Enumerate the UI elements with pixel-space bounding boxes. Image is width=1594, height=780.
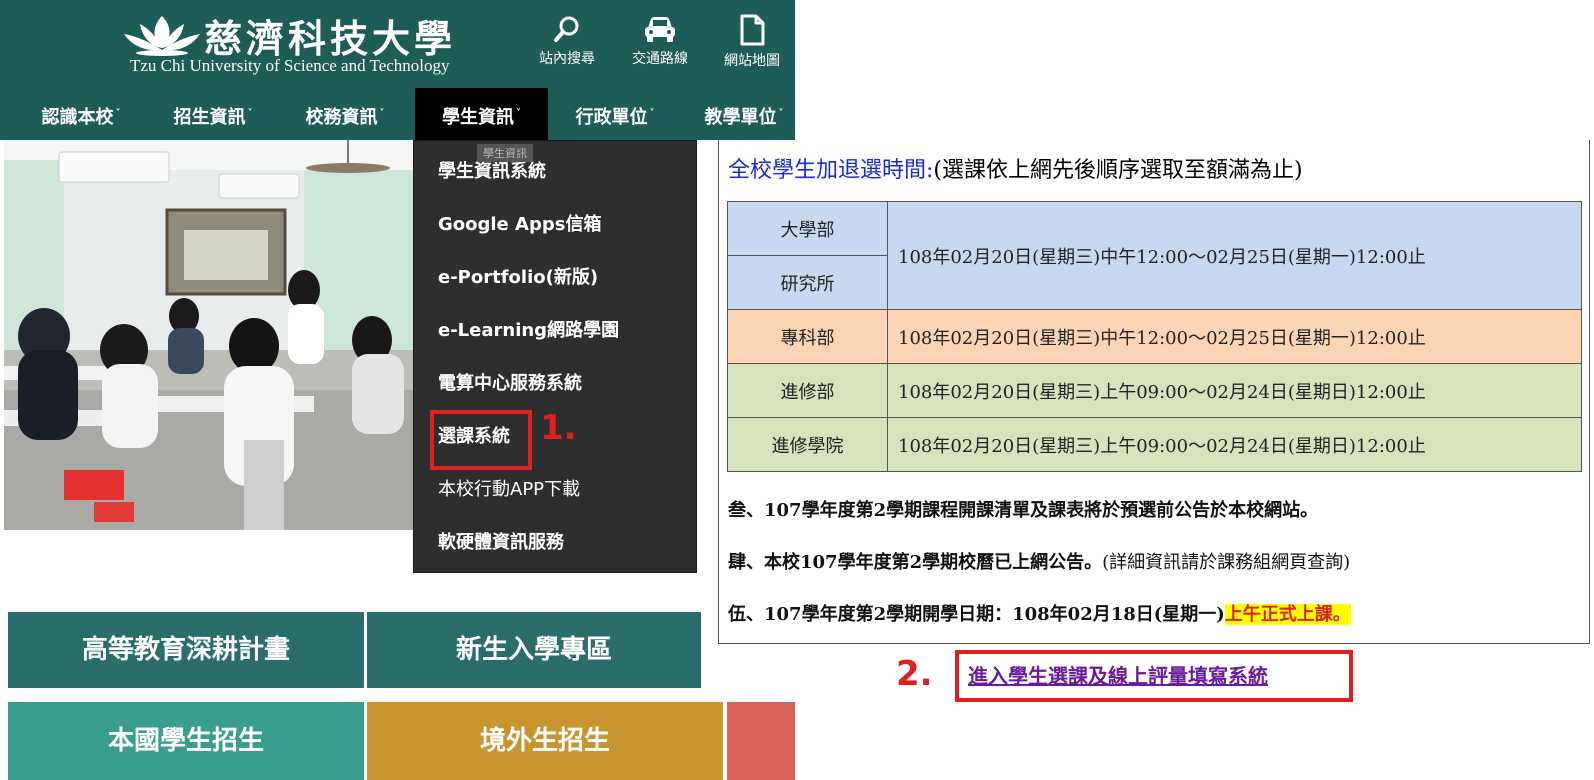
callout-number-1: 1. [540, 408, 577, 448]
schedule-label-continuing-college: 進修學院 [727, 417, 888, 472]
nav-item-school-affairs[interactable]: 校務資訊 ˅ [290, 88, 400, 140]
schedule-time-continuing-college: 108年02月20日(星期三)上午09:00～02月24日(星期日)12:00止 [887, 417, 1582, 472]
tile-new-students[interactable]: 新生入學專區 [367, 612, 701, 688]
tile-label: 新生入學專區 [455, 635, 612, 665]
logo-english-name: Tzu Chi University of Science and Techno… [130, 56, 450, 75]
notice-5-main: 伍、107學年度第2學期開學日期：108年02月18日(星期一) [728, 604, 1225, 625]
site-header: 慈濟科技大學 Tzu Chi University of Science and… [0, 0, 795, 88]
schedule-title-main: 全校學生加退選時間: [728, 158, 934, 183]
menu-item-google-apps-mail[interactable]: Google Apps信箱 [438, 210, 601, 236]
schedule-title: 全校學生加退選時間:(選課依上網先後順序選取至額滿為止) [728, 152, 1303, 184]
schedule-time-continuing-division: 108年02月20日(星期三)上午09:00～02月24日(星期日)12:00止 [887, 363, 1582, 418]
schedule-label-junior-college: 專科部 [727, 309, 888, 364]
tile-red-partial[interactable] [727, 702, 795, 780]
schedule-title-note: (選課依上網先後順序選取至額滿為止) [933, 158, 1303, 183]
menu-item-e-learning[interactable]: e-Learning網路學園 [438, 316, 619, 342]
menu-item-computing-center[interactable]: 電算中心服務系統 [438, 369, 582, 395]
table-row: 進修學院 108年02月20日(星期三)上午09:00～02月24日(星期日)1… [727, 417, 1582, 472]
nav-label: 教學單位 [704, 107, 777, 128]
nav-item-admin-units[interactable]: 行政單位 ˅ [560, 88, 670, 140]
site-map-button[interactable]: 網站地圖 [712, 10, 792, 76]
table-row: 進修部 108年02月20日(星期三)上午09:00～02月24日(星期日)12… [727, 363, 1582, 418]
menu-item-mobile-app[interactable]: 本校行動APP下載 [438, 475, 580, 501]
site-logo[interactable]: 慈濟科技大學 Tzu Chi University of Science and… [120, 8, 480, 80]
site-search-button[interactable]: 站內搜尋 [527, 10, 607, 76]
menu-item-e-portfolio[interactable]: e-Portfolio(新版) [438, 263, 598, 289]
nav-tooltip: 學生資訊 [477, 144, 533, 162]
caret-down-icon: ˅ [516, 108, 521, 119]
transport-route-button[interactable]: 交通路線 [620, 10, 700, 76]
caret-down-icon: ˅ [115, 108, 121, 119]
nav-label: 認識本校 [41, 107, 114, 128]
search-icon [554, 16, 579, 42]
nav-label: 學生資訊 [442, 107, 514, 128]
schedule-label-graduate: 研究所 [727, 255, 888, 310]
caret-down-icon: ˅ [649, 108, 655, 119]
callout-box-course-selection [430, 410, 532, 470]
classroom-photo [4, 140, 416, 530]
nav-item-admissions[interactable]: 招生資訊 ˅ [158, 88, 268, 140]
caret-down-icon: ˅ [379, 108, 385, 119]
notice-item-4: 肆、本校107學年度第2學期校曆已上網公告。(詳細資訊請於課務組網頁查詢) [728, 548, 1350, 574]
tile-domestic-admissions[interactable]: 本國學生招生 [8, 702, 364, 780]
schedule-label-continuing-division: 進修部 [727, 363, 888, 418]
lotus-emblem-icon [124, 16, 200, 56]
logo-chinese-name: 慈濟科技大學 [204, 16, 457, 61]
student-info-dropdown: 學生資訊系統 Google Apps信箱 e-Portfolio(新版) e-L… [413, 140, 697, 573]
nav-item-student-info[interactable]: 學生資訊 ˅ [415, 88, 548, 140]
schedule-time-junior-college: 108年02月20日(星期三)中午12:00～02月25日(星期一)12:00止 [887, 309, 1582, 364]
schedule-label-undergrad: 大學部 [727, 201, 888, 256]
car-icon [645, 17, 675, 42]
course-selection-system-link[interactable]: 進入學生選課及線上評量填寫系統 [968, 660, 1268, 689]
tile-label: 高等教育深耕計畫 [81, 635, 290, 665]
table-row: 大學部 108年02月20日(星期三)中午12:00～02月25日(星期一)12… [727, 201, 1582, 310]
nav-label: 行政單位 [575, 107, 648, 128]
notice-4-main: 肆、本校107學年度第2學期校曆已上網公告。 [728, 552, 1103, 573]
schedule-time-undergrad-grad: 108年02月20日(星期三)中午12:00～02月25日(星期一)12:00止 [887, 201, 1582, 310]
tile-overseas-admissions[interactable]: 境外生招生 [367, 702, 723, 780]
menu-item-software-hardware[interactable]: 軟硬體資訊服務 [438, 528, 564, 554]
transport-route-label: 交通路線 [632, 51, 688, 67]
caret-down-icon: ˅ [778, 108, 784, 119]
tile-higher-education[interactable]: 高等教育深耕計畫 [8, 612, 364, 688]
nav-label: 招生資訊 [173, 107, 246, 128]
add-drop-schedule-table: 大學部 108年02月20日(星期三)中午12:00～02月25日(星期一)12… [727, 201, 1582, 472]
nav-item-teaching-units[interactable]: 教學單位 ˅ [693, 88, 795, 140]
notice-5-highlight: 上午正式上課。 [1224, 604, 1351, 625]
caret-down-icon: ˅ [247, 108, 253, 119]
nav-label: 校務資訊 [305, 107, 378, 128]
nav-item-about[interactable]: 認識本校 ˅ [26, 88, 136, 140]
tile-label: 本國學生招生 [107, 726, 264, 756]
tile-label: 境外生招生 [479, 726, 610, 756]
main-nav: 認識本校 ˅ 招生資訊 ˅ 校務資訊 ˅ 學生資訊 ˅ 行政單位 ˅ 教學單位 ˅ [0, 88, 795, 140]
callout-number-2: 2. [896, 654, 933, 694]
site-map-label: 網站地圖 [724, 53, 780, 69]
notice-4-note: (詳細資訊請於課務組網頁查詢) [1102, 552, 1351, 573]
notice-item-5: 伍、107學年度第2學期開學日期：108年02月18日(星期一)上午正式上課。 [728, 600, 1351, 626]
document-icon [740, 14, 765, 46]
site-search-label: 站內搜尋 [539, 51, 595, 67]
notice-item-3: 叁、107學年度第2學期課程開課清單及課表將於預選前公告於本校網站。 [728, 500, 1319, 521]
table-row: 專科部 108年02月20日(星期三)中午12:00～02月25日(星期一)12… [727, 309, 1582, 364]
